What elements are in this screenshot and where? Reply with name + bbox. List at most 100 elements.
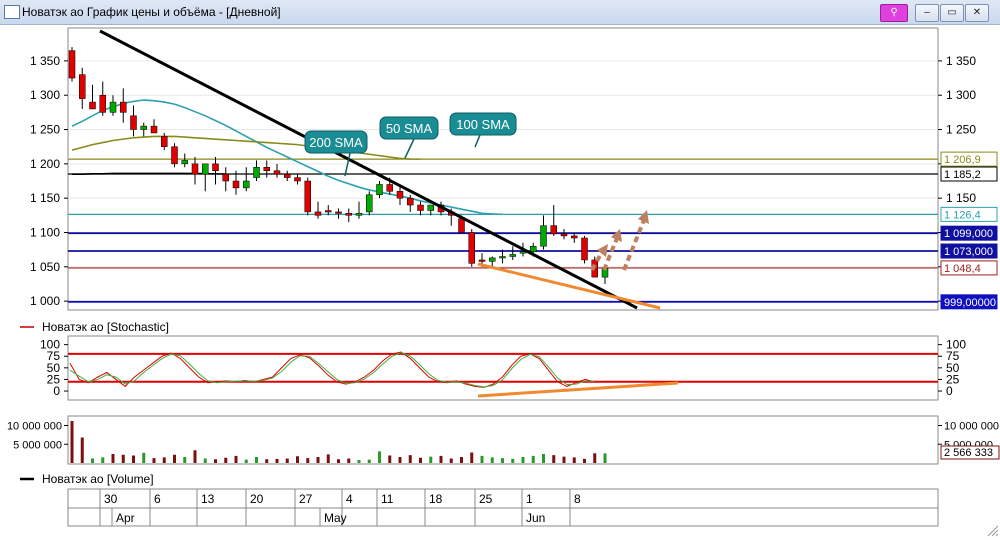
volume-bar[interactable] — [326, 454, 330, 463]
candle[interactable] — [571, 235, 578, 239]
volume-bar[interactable] — [80, 437, 84, 464]
volume-bar[interactable] — [152, 458, 156, 463]
volume-bar[interactable] — [357, 460, 361, 463]
volume-bar[interactable] — [521, 457, 525, 463]
volume-bar[interactable] — [511, 458, 515, 463]
volume-bar[interactable] — [306, 458, 310, 463]
candle[interactable] — [120, 101, 127, 113]
candle[interactable] — [314, 211, 322, 216]
candle[interactable] — [478, 259, 486, 262]
volume-bar[interactable] — [367, 459, 371, 463]
volume-bar[interactable] — [255, 457, 258, 463]
candle[interactable] — [181, 160, 188, 165]
candle[interactable] — [273, 170, 281, 175]
volume-bar[interactable] — [337, 459, 340, 463]
candle[interactable] — [109, 101, 117, 113]
volume-bar[interactable] — [70, 421, 74, 463]
candle[interactable] — [99, 94, 106, 113]
candle[interactable] — [581, 237, 588, 261]
volume-bar[interactable] — [234, 455, 238, 463]
volume-bar[interactable] — [132, 455, 135, 464]
candle[interactable] — [345, 213, 352, 216]
volume-bar[interactable] — [162, 457, 166, 463]
candle[interactable] — [68, 50, 76, 79]
volume-bar[interactable] — [408, 455, 412, 463]
candle[interactable] — [171, 146, 178, 165]
volume-bar[interactable] — [316, 457, 320, 463]
volume-bar[interactable] — [542, 454, 545, 463]
candle[interactable] — [222, 173, 229, 182]
candle[interactable] — [335, 211, 342, 214]
candle[interactable] — [202, 163, 209, 175]
volume-bar[interactable] — [593, 453, 597, 463]
volume-bar[interactable] — [244, 459, 248, 463]
volume-bar[interactable] — [490, 457, 494, 463]
volume-bar[interactable] — [470, 452, 474, 464]
candle[interactable] — [540, 225, 547, 247]
volume-bar[interactable] — [501, 458, 504, 463]
candle[interactable] — [366, 194, 373, 213]
volume-bar[interactable] — [203, 458, 207, 464]
volume-bar[interactable] — [275, 458, 279, 463]
volume-bar[interactable] — [603, 453, 607, 463]
resize-grip-icon[interactable] — [987, 525, 999, 537]
candle[interactable] — [458, 218, 465, 233]
candle[interactable] — [427, 204, 434, 211]
volume-bar[interactable] — [173, 454, 176, 463]
volume-bar[interactable] — [296, 456, 299, 463]
candle[interactable] — [161, 136, 168, 147]
close-button[interactable]: ✕ — [965, 4, 989, 22]
volume-bar[interactable] — [460, 457, 463, 463]
candle[interactable] — [150, 125, 158, 134]
volume-bar[interactable] — [91, 458, 94, 464]
candle[interactable] — [550, 225, 557, 235]
candle[interactable] — [212, 163, 219, 171]
volume-bar[interactable] — [439, 455, 443, 463]
candle[interactable] — [325, 210, 332, 213]
candle[interactable] — [140, 125, 147, 130]
volume-bar[interactable] — [562, 456, 566, 463]
volume-bar[interactable] — [183, 457, 187, 463]
volume-bar[interactable] — [480, 455, 484, 463]
volume-bar[interactable] — [449, 458, 453, 464]
candle[interactable] — [560, 233, 568, 237]
candle[interactable] — [489, 257, 496, 262]
candle[interactable] — [468, 232, 475, 264]
volume-bar[interactable] — [531, 455, 535, 463]
volume-bar[interactable] — [121, 454, 125, 463]
candle[interactable] — [355, 213, 363, 216]
candle[interactable] — [396, 191, 404, 199]
volume-bar[interactable] — [583, 458, 586, 463]
candle[interactable] — [304, 180, 311, 213]
stochastic-panel[interactable] — [67, 335, 939, 401]
candle[interactable] — [191, 163, 199, 175]
candle[interactable] — [376, 184, 383, 195]
restore-button[interactable]: ▭ — [940, 4, 964, 22]
volume-bar[interactable] — [193, 450, 197, 463]
candle[interactable] — [232, 180, 240, 189]
candle[interactable] — [294, 177, 301, 182]
volume-bar[interactable] — [552, 455, 556, 463]
candle[interactable] — [284, 173, 291, 178]
minimize-button[interactable]: – — [915, 4, 939, 22]
volume-bar[interactable] — [419, 457, 422, 463]
volume-bar[interactable] — [388, 455, 392, 464]
candle[interactable] — [253, 167, 260, 178]
candle[interactable] — [499, 256, 506, 259]
volume-panel[interactable] — [67, 415, 939, 465]
volume-bar[interactable] — [429, 456, 433, 463]
volume-bar[interactable] — [224, 457, 228, 463]
volume-bar[interactable] — [101, 457, 105, 463]
volume-bar[interactable] — [347, 458, 351, 464]
candle[interactable] — [530, 245, 537, 252]
volume-bar[interactable] — [111, 454, 115, 463]
candle[interactable] — [509, 254, 516, 257]
candle[interactable] — [263, 167, 270, 171]
candle[interactable] — [243, 180, 250, 189]
candle[interactable] — [407, 197, 414, 206]
candle[interactable] — [130, 115, 137, 130]
volume-bar[interactable] — [398, 457, 402, 463]
candle[interactable] — [89, 101, 96, 110]
volume-bar[interactable] — [285, 458, 289, 464]
pin-icon[interactable]: ⚲ — [880, 4, 908, 22]
